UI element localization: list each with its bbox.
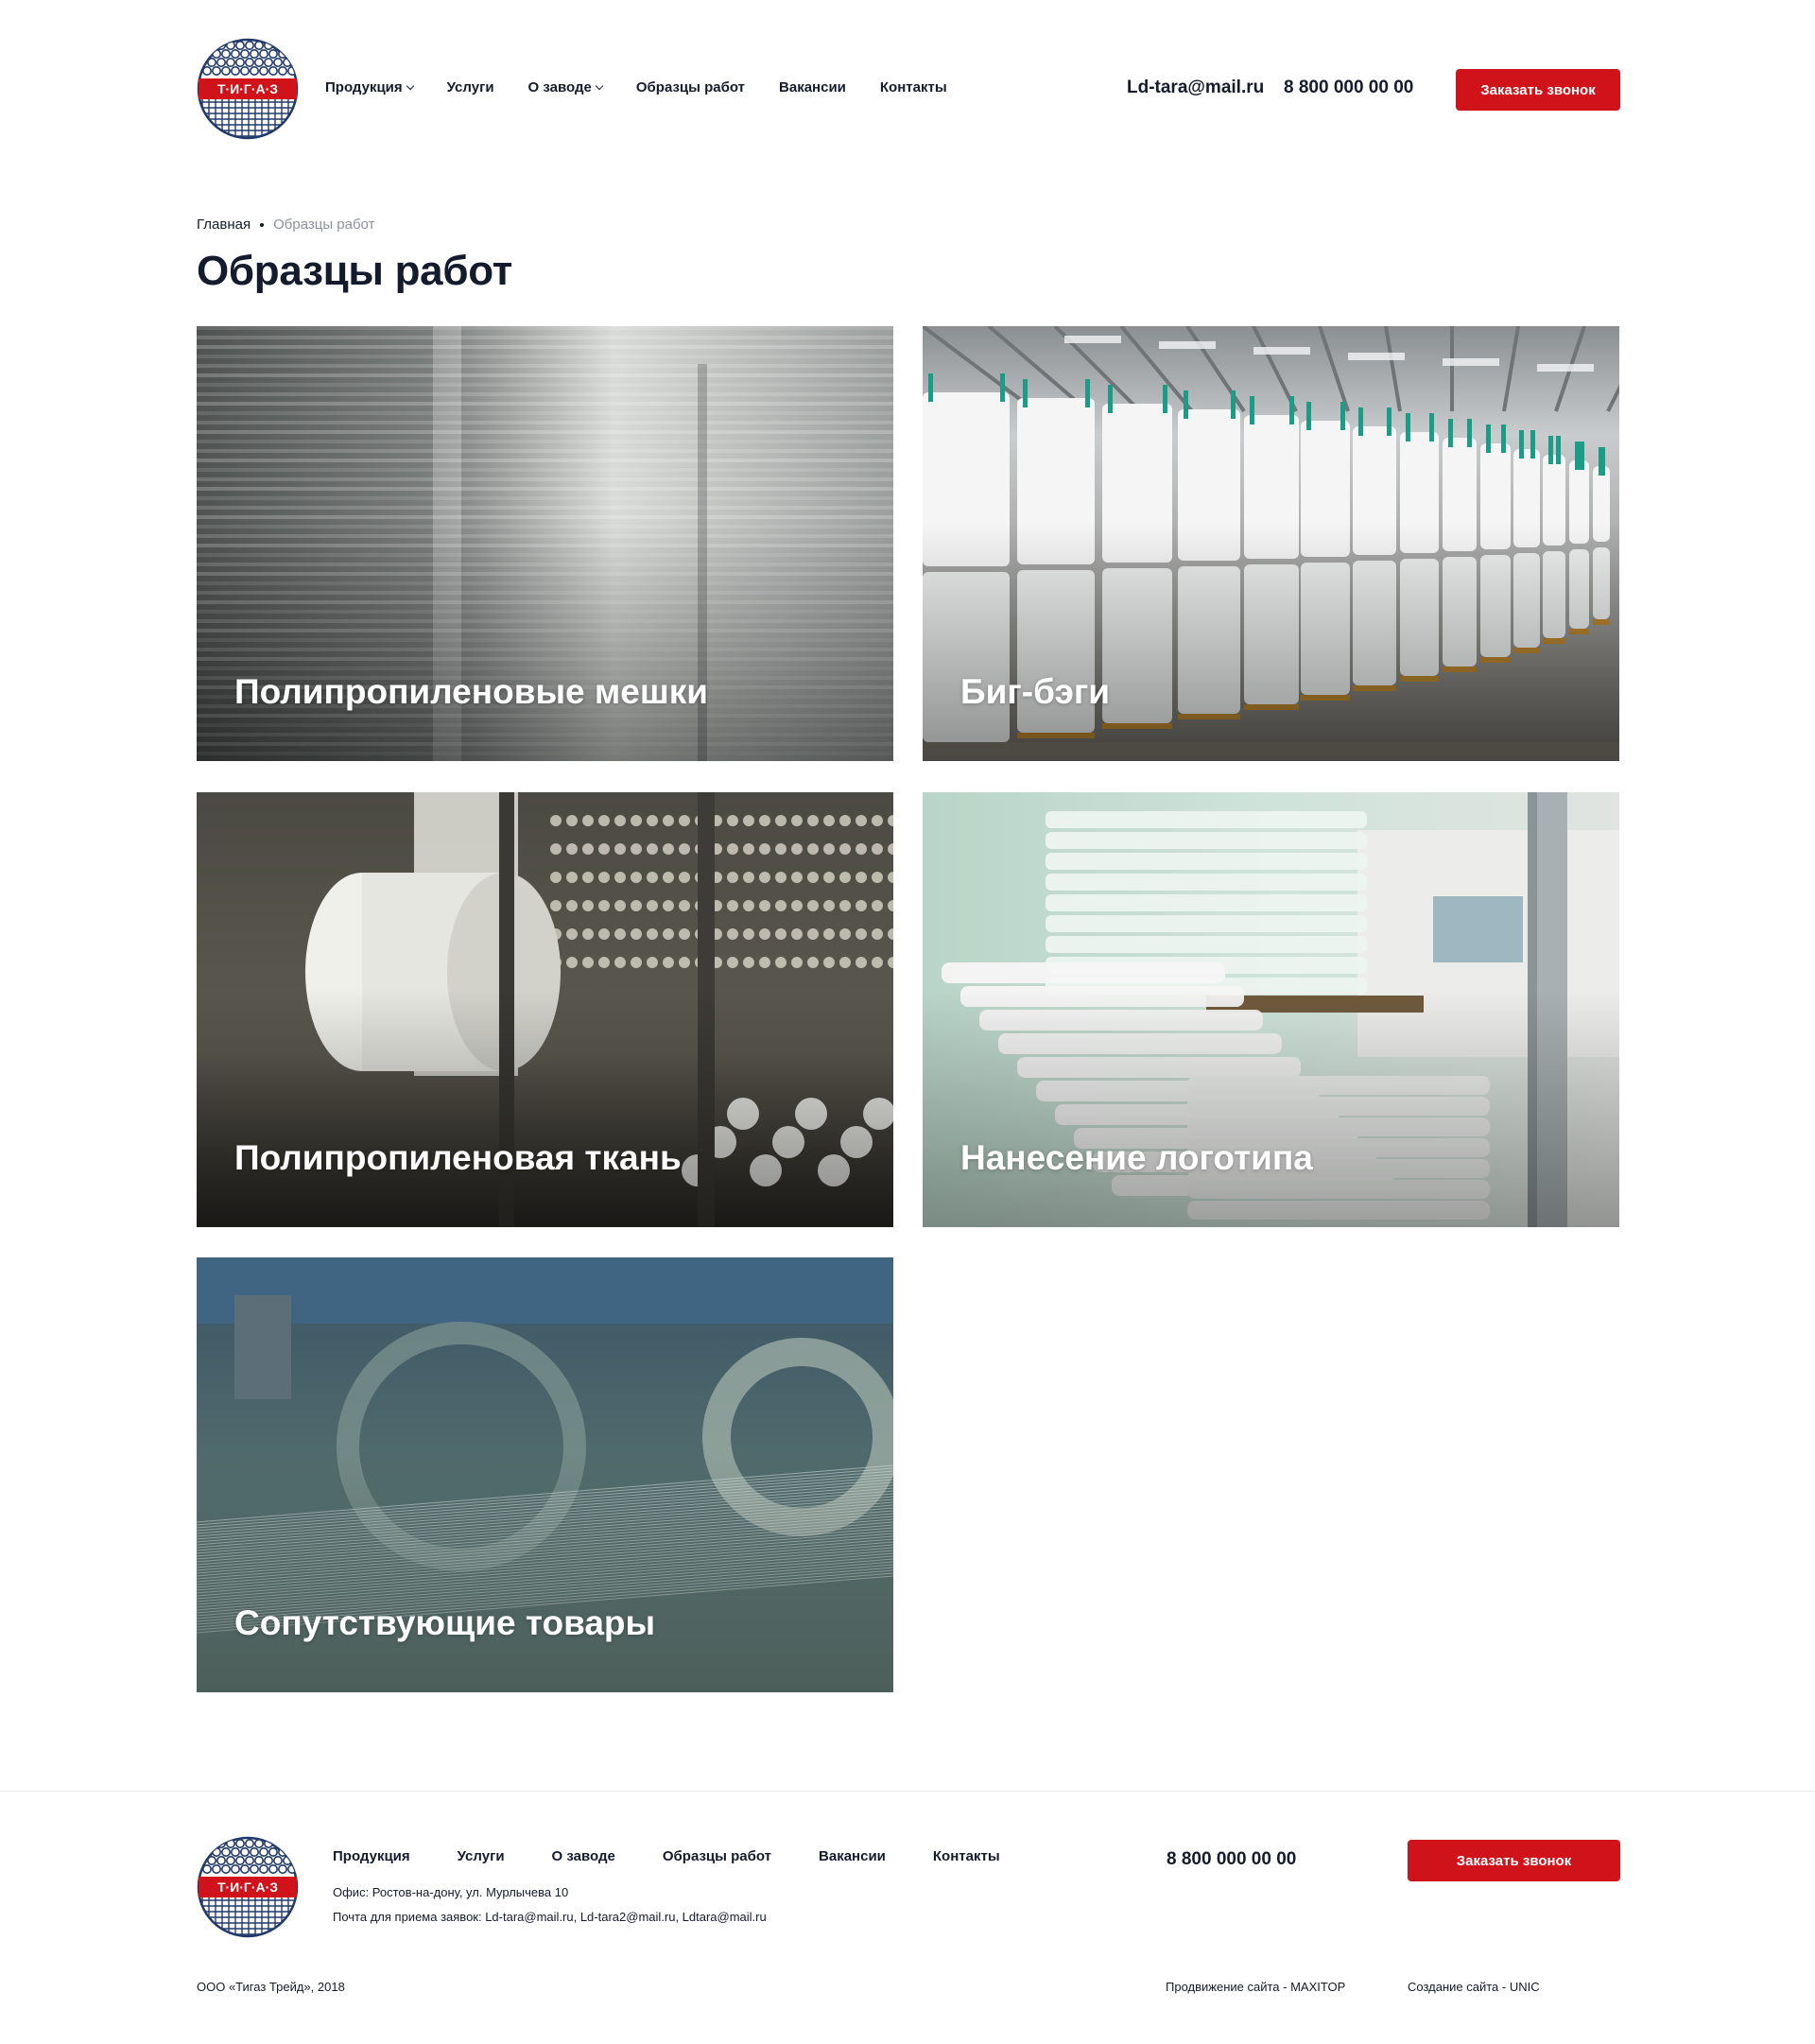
chevron-down-icon [595, 81, 604, 91]
breadcrumb-home[interactable]: Главная [197, 217, 251, 233]
footer-phone-link[interactable]: 8 800 000 00 00 [1167, 1849, 1296, 1870]
breadcrumb: Главная Образцы работ [197, 217, 374, 233]
svg-text:Т·И·Г·А·З: Т·И·Г·А·З [217, 1879, 278, 1895]
footer-office-address: Офис: Ростов-на-дону, ул. Мурлычева 10 [333, 1885, 569, 1899]
card-logo-printing[interactable]: Нанесение логотипа [923, 792, 1619, 1227]
footer-creation-link[interactable]: Создание сайта - UNIC [1408, 1980, 1540, 1994]
footer-nav-products[interactable]: Продукция [333, 1848, 410, 1864]
page-title: Образцы работ [197, 248, 512, 294]
footer-nav-about[interactable]: О заводе [552, 1848, 615, 1864]
footer-copyright: ООО «Тигаз Трейд», 2018 [197, 1980, 345, 1994]
card-label: Биг-бэги [960, 672, 1111, 711]
svg-text:Т·И·Г·А·З: Т·И·Г·А·З [217, 81, 278, 96]
card-label: Нанесение логотипа [960, 1138, 1313, 1177]
header-email-link[interactable]: Ld-tara@mail.ru [1127, 78, 1264, 98]
footer-nav-contacts[interactable]: Контакты [933, 1848, 1000, 1864]
footer-call-button[interactable]: Заказать звонок [1408, 1840, 1620, 1881]
header-call-button[interactable]: Заказать звонок [1456, 69, 1620, 111]
footer-nav: Продукция Услуги О заводе Образцы работ … [333, 1848, 1047, 1864]
nav-item-about[interactable]: О заводе [528, 79, 604, 95]
header-phone-link[interactable]: 8 800 000 00 00 [1284, 78, 1413, 98]
nav-item-vacancies[interactable]: Вакансии [779, 79, 846, 95]
chevron-down-icon [406, 81, 414, 91]
card-label: Сопутствующие товары [234, 1603, 656, 1642]
nav-item-samples[interactable]: Образцы работ [636, 79, 745, 95]
company-logo[interactable]: Т·И·Г·А·З [197, 38, 299, 140]
nav-item-products[interactable]: Продукция [325, 79, 414, 95]
footer-promotion-link[interactable]: Продвижение сайта - MAXITOP [1166, 1980, 1345, 1994]
card-label: Полипропиленовые мешки [234, 672, 708, 711]
footer-nav-vacancies[interactable]: Вакансии [819, 1848, 886, 1864]
footer-logo[interactable]: Т·И·Г·А·З [197, 1836, 299, 1938]
card-related-goods[interactable]: Сопутствующие товары [197, 1257, 893, 1692]
card-label: Полипропиленовая ткань [234, 1138, 682, 1177]
card-pp-fabric[interactable]: Полипропиленовая ткань [197, 792, 893, 1227]
footer-nav-services[interactable]: Услуги [458, 1848, 505, 1864]
footer-divider [0, 1791, 1815, 1792]
footer-nav-samples[interactable]: Образцы работ [663, 1848, 771, 1864]
nav-item-contacts[interactable]: Контакты [880, 79, 947, 95]
breadcrumb-current: Образцы работ [273, 217, 375, 233]
card-pp-bags[interactable]: Полипропиленовые мешки [197, 326, 893, 761]
main-nav: Продукция Услуги О заводе Образцы работ … [325, 79, 981, 95]
card-big-bags[interactable]: Биг-бэги [923, 326, 1619, 761]
nav-item-services[interactable]: Услуги [447, 79, 494, 95]
footer-order-emails: Почта для приема заявок: Ld-tara@mail.ru… [333, 1910, 767, 1924]
site-header: Т·И·Г·А·З Продукция Услуги О заводе Обра… [197, 38, 1620, 142]
breadcrumb-separator [260, 222, 265, 227]
